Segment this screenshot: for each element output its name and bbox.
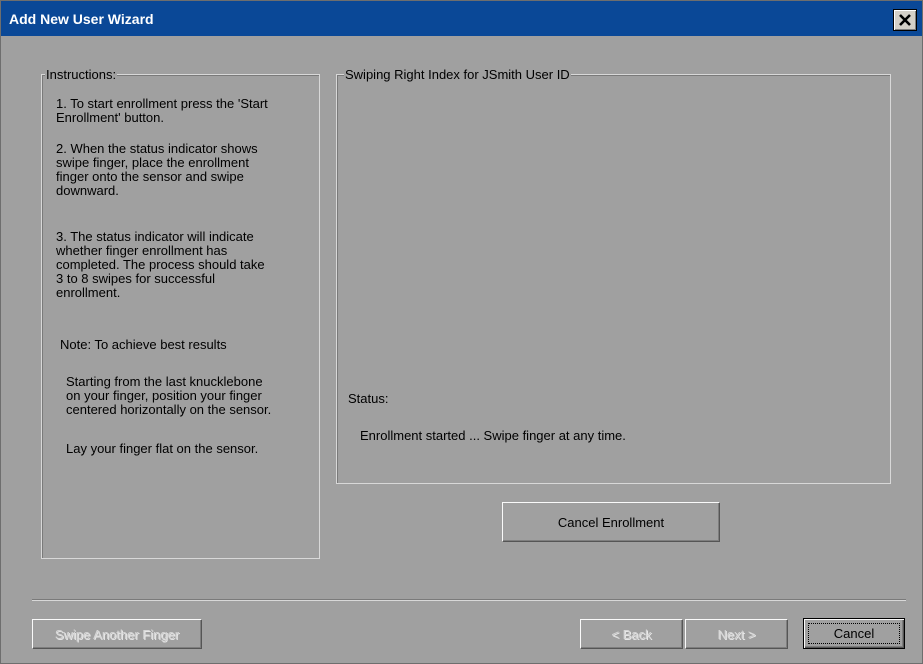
focus-rectangle: [808, 623, 900, 644]
instruction-step-2: 2. When the status indicator shows swipe…: [56, 141, 258, 198]
cancel-enrollment-button[interactable]: Cancel Enrollment: [502, 502, 720, 542]
status-label: Status:: [348, 391, 389, 406]
back-button[interactable]: < Back: [580, 619, 683, 649]
instruction-step-1: 1. To start enrollment press the 'Start …: [56, 96, 268, 125]
close-button[interactable]: [893, 9, 917, 31]
footer-separator: [32, 599, 906, 601]
cancel-button[interactable]: Cancel: [803, 618, 905, 649]
status-text: Enrollment started ... Swipe finger at a…: [360, 428, 626, 443]
next-button[interactable]: Next >: [685, 619, 788, 649]
swipe-panel-legend: Swiping Right Index for JSmith User ID: [344, 67, 571, 82]
window-title: Add New User Wizard: [9, 11, 154, 27]
title-bar: Add New User Wizard: [1, 1, 922, 36]
close-icon: [899, 14, 911, 26]
instruction-tip-1: Starting from the last knucklebone on yo…: [66, 374, 272, 417]
instruction-note: Note: To achieve best results: [60, 337, 227, 352]
instruction-tip-2: Lay your finger flat on the sensor.: [66, 441, 259, 456]
swipe-panel-group: Swiping Right Index for JSmith User ID: [336, 67, 891, 484]
instructions-legend: Instructions:: [45, 67, 118, 82]
wizard-window: Add New User Wizard Instructions: 1. To …: [0, 0, 923, 664]
instruction-step-3: 3. The status indicator will indicate wh…: [56, 229, 265, 300]
swipe-another-finger-button[interactable]: Swipe Another Finger: [32, 619, 202, 649]
